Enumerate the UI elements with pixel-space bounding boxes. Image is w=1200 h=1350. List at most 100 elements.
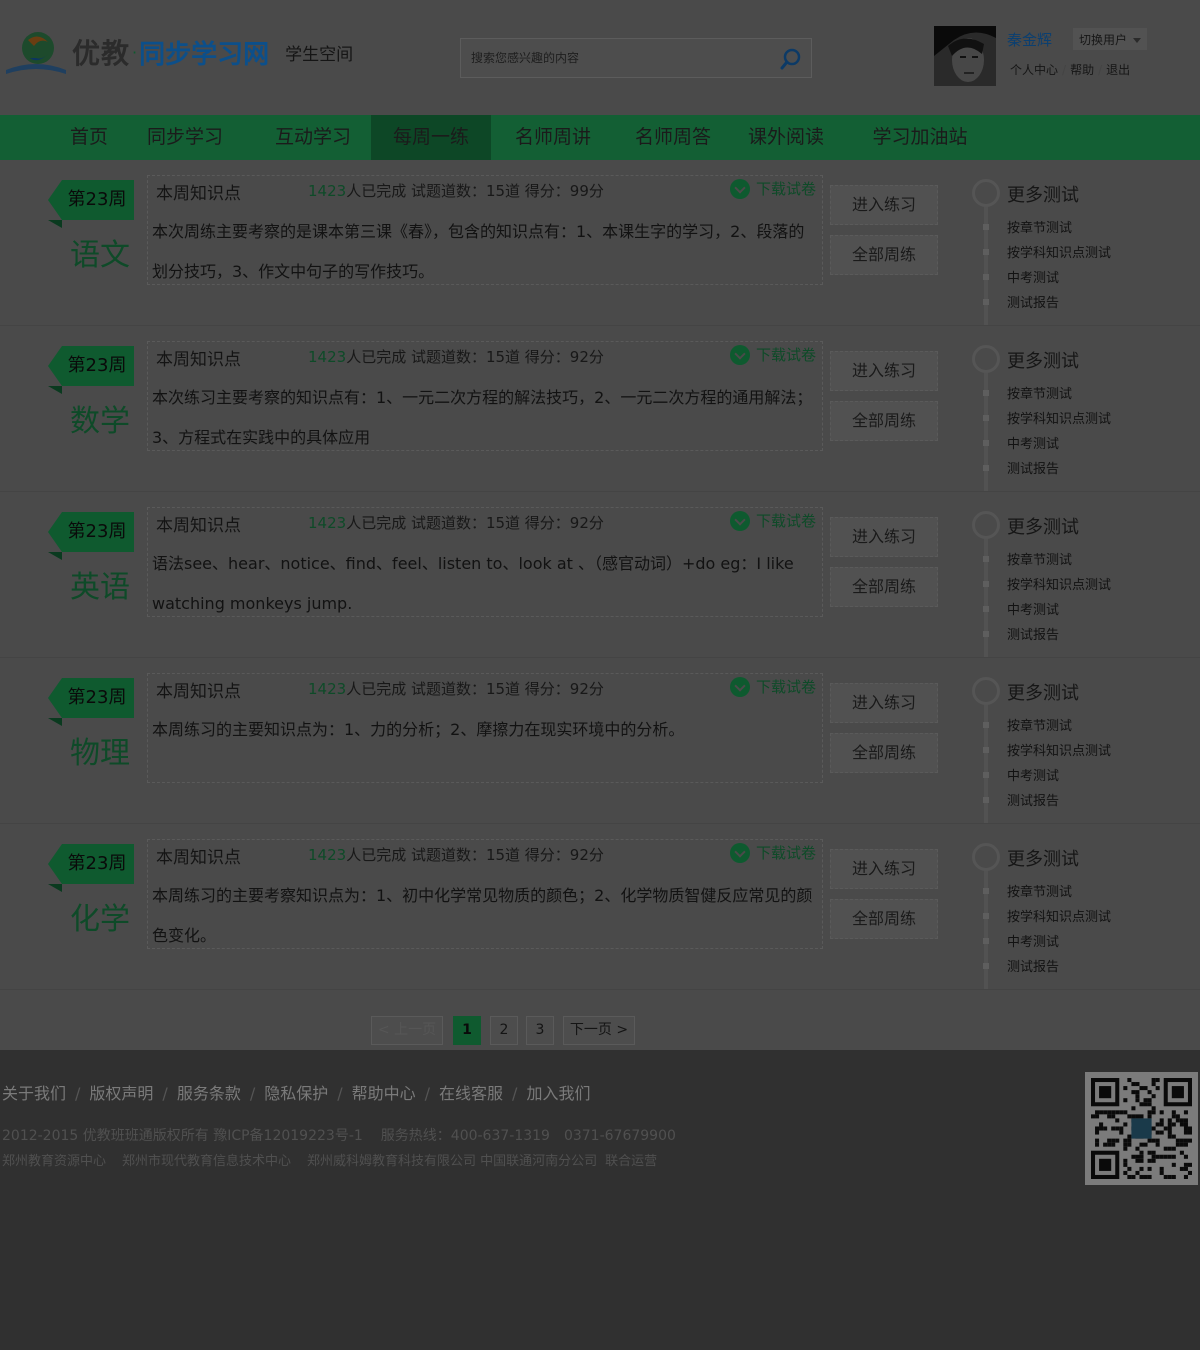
help-link[interactable]: 帮助	[1070, 63, 1094, 77]
link-separator: /	[1062, 63, 1067, 77]
more-test-link[interactable]: 按章节测试	[1007, 549, 1072, 568]
practice-stats: 1423人已完成 试题道数：15道 得分：92分	[308, 346, 604, 367]
logout-link[interactable]: 退出	[1106, 63, 1130, 77]
more-tests: 更多测试 按章节测试 按学科知识点测试 中考测试 测试报告	[970, 673, 1190, 823]
nav-item-weekly-practice[interactable]: 每周一练	[371, 115, 491, 160]
enter-practice-button[interactable]: 进入练习	[830, 683, 938, 723]
prev-page-button[interactable]: < 上一页	[371, 1016, 443, 1045]
more-test-link[interactable]: 按学科知识点测试	[1007, 906, 1111, 925]
more-test-link[interactable]: 按章节测试	[1007, 217, 1072, 236]
page-button-1[interactable]: 1	[453, 1016, 481, 1045]
footer-link-copyright[interactable]: 版权声明	[89, 1084, 153, 1103]
search-input[interactable]	[461, 39, 771, 77]
timeline-circle-icon	[972, 345, 1000, 373]
enter-practice-button[interactable]: 进入练习	[830, 517, 938, 557]
personal-center-link[interactable]: 个人中心	[1010, 63, 1058, 77]
next-page-button[interactable]: 下一页 >	[563, 1016, 635, 1045]
switch-user-dropdown[interactable]: 切换用户	[1073, 28, 1147, 50]
timeline-line	[984, 371, 988, 491]
more-test-link[interactable]: 测试报告	[1007, 624, 1059, 643]
timeline-line	[984, 703, 988, 823]
footer-link-privacy[interactable]: 隐私保护	[264, 1084, 328, 1103]
footer-link-terms[interactable]: 服务条款	[177, 1084, 241, 1103]
more-tests: 更多测试按章节测试按学科知识点测试 中考测试测试报告	[970, 507, 1190, 657]
user-links: 个人中心 / 帮助 / 退出	[1010, 61, 1130, 78]
knowledge-description: 语法see、hear、notice、find、feel、listen to、lo…	[152, 554, 794, 613]
page-button-3[interactable]: 3	[526, 1016, 554, 1045]
user-name-link[interactable]: 秦金辉	[1007, 29, 1052, 50]
nav-item-study-station[interactable]: 学习加油站	[861, 115, 979, 160]
more-test-link[interactable]: 按学科知识点测试	[1007, 574, 1111, 593]
timeline-dot	[983, 797, 989, 803]
more-test-link[interactable]: 按章节测试	[1007, 715, 1072, 734]
qr-code-icon	[1091, 1078, 1192, 1179]
timeline-circle-icon	[972, 677, 1000, 705]
download-paper-button[interactable]: 下载试卷	[729, 344, 816, 365]
download-icon	[729, 178, 750, 199]
all-weekly-button[interactable]: 全部周练	[830, 733, 938, 773]
nav-item-home[interactable]: 首页	[58, 115, 120, 160]
more-test-link[interactable]: 中考测试	[1007, 765, 1059, 784]
enter-practice-button[interactable]: 进入练习	[830, 351, 938, 391]
site-logo[interactable]: 优教 · 同步学习网 学生空间	[4, 26, 353, 78]
more-test-link[interactable]: 中考测试	[1007, 599, 1059, 618]
more-test-link[interactable]: 按章节测试	[1007, 383, 1072, 402]
link-separator: /	[162, 1084, 168, 1103]
all-weekly-button[interactable]: 全部周练	[830, 401, 938, 441]
all-weekly-button[interactable]: 全部周练	[830, 567, 938, 607]
more-test-link[interactable]: 测试报告	[1007, 790, 1059, 809]
page-button-2[interactable]: 2	[490, 1016, 518, 1045]
avatar-portrait-icon	[934, 26, 996, 86]
download-icon	[729, 842, 750, 863]
more-test-link[interactable]: 中考测试	[1007, 433, 1059, 452]
timeline-dot	[983, 224, 989, 230]
more-test-link[interactable]: 中考测试	[1007, 931, 1059, 950]
timeline-dot	[983, 888, 989, 894]
search-box	[460, 38, 812, 78]
search-icon[interactable]	[779, 47, 803, 71]
footer-link-about[interactable]: 关于我们	[2, 1084, 66, 1103]
more-tests-title: 更多测试	[1007, 849, 1079, 870]
logo-mark-icon	[6, 32, 66, 74]
all-weekly-button[interactable]: 全部周练	[830, 899, 938, 939]
timeline-dot	[983, 556, 989, 562]
enter-practice-button[interactable]: 进入练习	[830, 185, 938, 225]
knowledge-tab: 本周知识点	[148, 176, 274, 204]
qr-code	[1085, 1072, 1198, 1185]
practice-stats: 1423人已完成 试题道数：15道 得分：92分	[308, 844, 604, 865]
all-weekly-button[interactable]: 全部周练	[830, 235, 938, 275]
more-tests-title: 更多测试	[1007, 517, 1079, 538]
nav-item-extra-reading[interactable]: 课外阅读	[737, 115, 835, 160]
more-test-link[interactable]: 按学科知识点测试	[1007, 740, 1111, 759]
week-ribbon: 第23周	[48, 512, 134, 560]
more-test-link[interactable]: 测试报告	[1007, 956, 1059, 975]
more-test-link[interactable]: 按学科知识点测试	[1007, 408, 1111, 427]
timeline-dot	[983, 963, 989, 969]
more-test-link[interactable]: 按学科知识点测试	[1007, 242, 1111, 261]
download-paper-button[interactable]: 下载试卷	[729, 510, 816, 531]
nav-item-interactive-learning[interactable]: 互动学习	[264, 115, 362, 160]
download-paper-button[interactable]: 下载试卷	[729, 676, 816, 697]
footer-link-support[interactable]: 在线客服	[439, 1084, 503, 1103]
more-test-link[interactable]: 中考测试	[1007, 267, 1059, 286]
download-paper-button[interactable]: 下载试卷	[729, 178, 816, 199]
footer-link-help[interactable]: 帮助中心	[352, 1084, 416, 1103]
knowledge-tab: 本周知识点	[148, 508, 274, 536]
more-test-link[interactable]: 测试报告	[1007, 292, 1059, 311]
more-test-link[interactable]: 按章节测试	[1007, 881, 1072, 900]
nav-item-teacher-lecture[interactable]: 名师周讲	[504, 115, 602, 160]
practice-stats: 1423人已完成 试题道数：15道 得分：92分	[308, 512, 604, 533]
download-icon	[729, 344, 750, 365]
knowledge-description: 本周练习的主要考察知识点为：1、初中化学常见物质的颜色；2、化学物质智健反应常见…	[152, 886, 813, 945]
footer-link-join[interactable]: 加入我们	[526, 1084, 590, 1103]
nav-item-sync-learning[interactable]: 同步学习	[136, 115, 234, 160]
practice-stats: 1423人已完成 试题道数：15道 得分：92分	[308, 678, 604, 699]
timeline-dot	[983, 722, 989, 728]
download-paper-button[interactable]: 下载试卷	[729, 842, 816, 863]
nav-item-teacher-answers[interactable]: 名师周答	[624, 115, 722, 160]
link-separator: /	[1098, 63, 1103, 77]
more-test-link[interactable]: 测试报告	[1007, 458, 1059, 477]
avatar[interactable]	[934, 26, 996, 86]
enter-practice-button[interactable]: 进入练习	[830, 849, 938, 889]
knowledge-box: 本周知识点 1423人已完成 试题道数：15道 得分：92分 下载试卷 本周练习的主要…	[147, 673, 823, 783]
